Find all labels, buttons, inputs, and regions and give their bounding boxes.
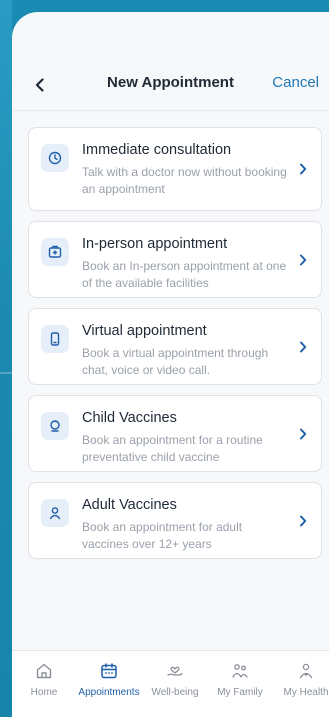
option-title: Adult Vaccines [82,497,177,513]
family-icon [230,660,250,682]
chevron-right-icon [295,222,311,297]
option-adult-vaccines[interactable]: Adult Vaccines Book an appointment for a… [28,482,322,559]
backdrop [0,0,12,717]
option-description: Book an appointment for adult vaccines o… [82,520,243,551]
option-in-person-appointment[interactable]: In-person appointment Book an In-person … [28,221,322,298]
tab-label: Home [30,687,58,698]
tab-home[interactable]: Home [12,651,79,717]
calendar-icon [99,660,119,682]
option-virtual-appointment[interactable]: Virtual appointment Book a virtual appoi… [28,308,322,385]
phone-screen: New Appointment Cancel Immediate consult… [12,12,329,717]
tab-well-being[interactable]: Well-being [140,651,210,717]
cancel-button[interactable]: Cancel [272,74,319,91]
bottom-tab-bar: Home Appointments Well-being My Family M… [12,650,329,717]
chevron-right-icon [295,483,311,558]
nav-header: New Appointment Cancel [12,64,329,111]
child-icon [41,412,69,440]
option-title: Child Vaccines [82,410,177,426]
option-description: Book an In-person appointment at one of … [82,259,287,290]
tab-label: My Family [217,687,263,698]
heart-hand-icon [165,660,185,682]
chevron-right-icon [295,128,311,210]
tab-label: My Health [283,687,329,698]
option-description: Book a virtual appointment through chat,… [82,346,269,377]
option-description: Talk with a doctor now without booking a… [82,165,287,196]
home-icon [34,660,54,682]
tab-my-health[interactable]: My Health [271,651,329,717]
clinic-icon [41,238,69,266]
option-title: In-person appointment [82,236,228,252]
option-immediate-consultation[interactable]: Immediate consultation Talk with a docto… [28,127,322,211]
doctor-icon [41,144,69,172]
tab-my-family[interactable]: My Family [205,651,275,717]
option-child-vaccines[interactable]: Child Vaccines Book an appointment for a… [28,395,322,472]
chevron-right-icon [295,309,311,384]
person-icon [41,499,69,527]
tab-label: Well-being [151,687,199,698]
health-icon [296,660,316,682]
tab-label: Appointments [78,687,140,698]
option-title: Virtual appointment [82,323,207,339]
option-title: Immediate consultation [82,142,232,158]
tab-appointments[interactable]: Appointments [74,651,144,717]
option-description: Book an appointment for a routine preven… [82,433,263,464]
phone-icon [41,325,69,353]
chevron-right-icon [295,396,311,471]
backdrop-line [0,372,12,374]
